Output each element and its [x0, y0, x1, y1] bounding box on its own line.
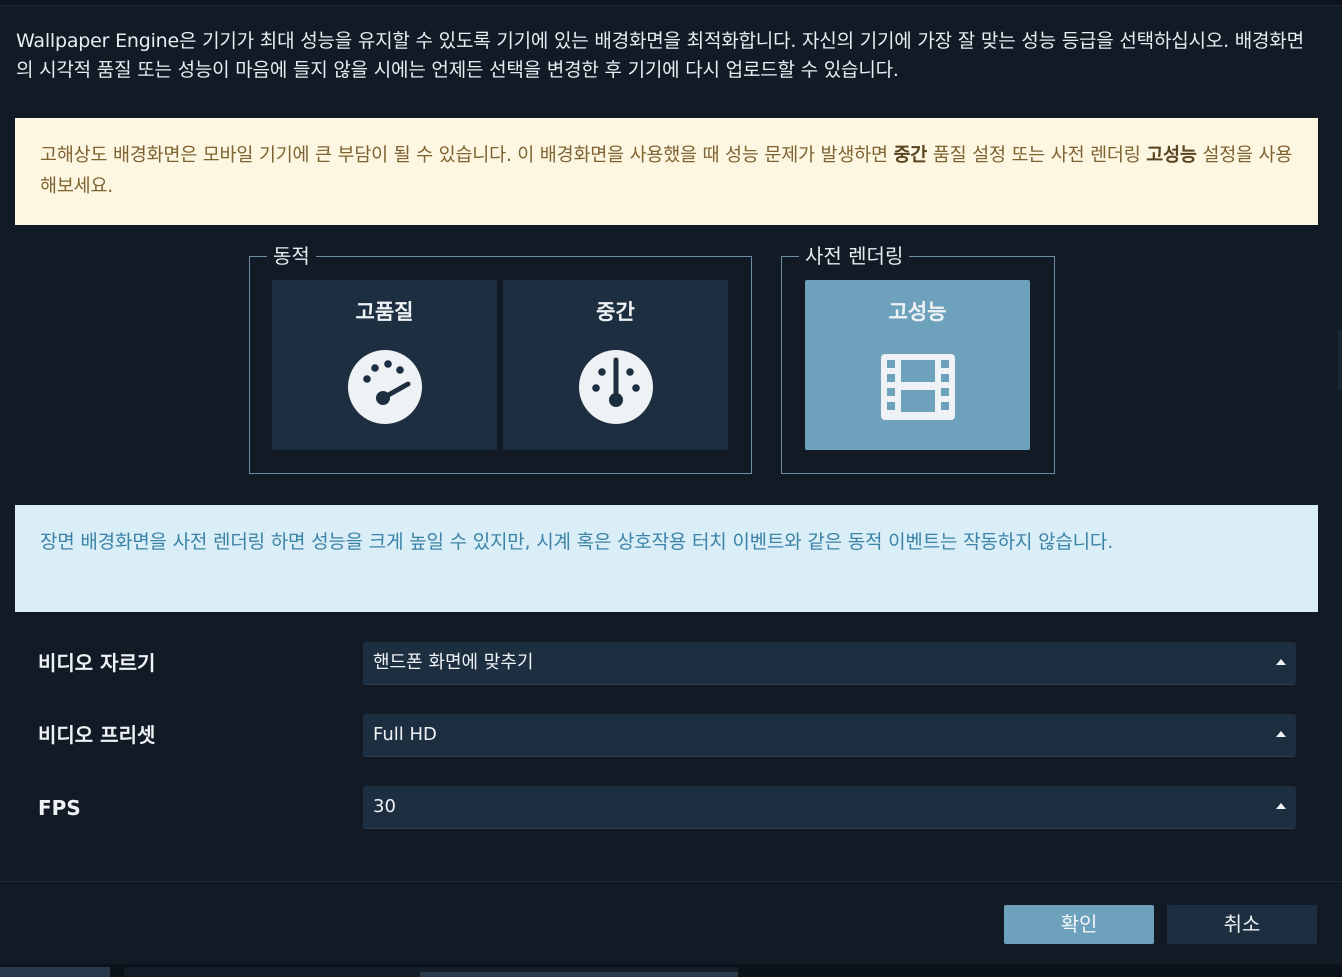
warning-bold-medium: 중간 — [893, 145, 928, 166]
option-medium-label: 중간 — [596, 300, 635, 324]
option-high-performance-label: 고성능 — [888, 300, 947, 324]
cancel-button[interactable]: 취소 — [1167, 905, 1317, 944]
confirm-button[interactable]: 확인 — [1004, 905, 1154, 944]
scrollbar-edge — [1338, 330, 1342, 390]
video-crop-label: 비디오 자르기 — [38, 651, 156, 675]
fps-value: 30 — [373, 796, 396, 817]
intro-description: Wallpaper Engine은 기기가 최대 성능을 유지할 수 있도록 기… — [16, 30, 1304, 81]
high-resolution-warning: 고해상도 배경화면은 모바일 기기에 큰 부담이 될 수 있습니다. 이 배경화… — [15, 118, 1318, 225]
background-bar — [420, 972, 738, 977]
gauge-mid-icon — [579, 350, 653, 424]
fps-select[interactable]: 30 — [363, 786, 1296, 829]
caret-up-icon — [1276, 659, 1286, 665]
prerender-group-label: 사전 렌더링 — [799, 243, 910, 269]
background-tab — [0, 967, 110, 977]
background-window-strip — [0, 964, 1342, 977]
option-high-performance[interactable]: 고성능 — [805, 280, 1030, 450]
footer-divider — [0, 881, 1342, 882]
caret-up-icon — [1276, 803, 1286, 809]
film-icon — [881, 354, 955, 420]
prerender-info: 장면 배경화면을 사전 렌더링 하면 성능을 크게 높일 수 있지만, 시계 혹… — [15, 505, 1318, 612]
video-crop-value: 핸드폰 화면에 맞추기 — [373, 652, 534, 673]
gauge-high-icon — [348, 350, 422, 424]
video-preset-select[interactable]: Full HD — [363, 714, 1296, 757]
option-medium[interactable]: 중간 — [503, 280, 728, 450]
warning-text-1: 고해상도 배경화면은 모바일 기기에 큰 부담이 될 수 있습니다. 이 배경화… — [40, 145, 894, 166]
video-crop-select[interactable]: 핸드폰 화면에 맞추기 — [363, 642, 1296, 685]
window-top-edge — [0, 0, 1342, 6]
option-high-quality-label: 고품질 — [355, 300, 414, 324]
option-high-quality[interactable]: 고품질 — [272, 280, 497, 450]
warning-text-2: 품질 설정 또는 사전 렌더링 — [927, 145, 1147, 166]
video-preset-label: 비디오 프리셋 — [38, 723, 156, 747]
caret-up-icon — [1276, 731, 1286, 737]
warning-bold-performance: 고성능 — [1146, 145, 1197, 166]
dynamic-group-label: 동적 — [267, 243, 316, 269]
fps-label: FPS — [38, 796, 81, 820]
video-preset-value: Full HD — [373, 724, 437, 745]
